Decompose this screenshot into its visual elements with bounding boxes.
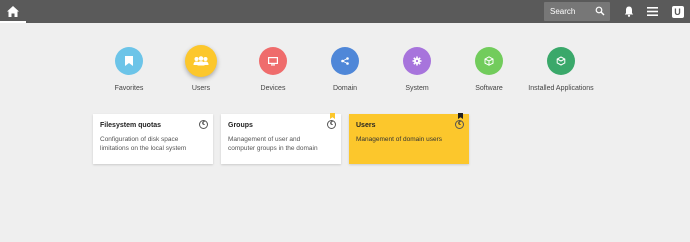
category-label: Devices xyxy=(260,85,286,92)
tile-users[interactable]: Users Management of domain users € xyxy=(349,113,469,164)
top-bar: U xyxy=(0,0,690,23)
menu-button[interactable] xyxy=(645,4,660,19)
tile-filesystem-quotas[interactable]: Filesystem quotas Configuration of disk … xyxy=(93,114,213,164)
search-icon[interactable] xyxy=(595,6,605,16)
user-menu-button[interactable]: U xyxy=(670,4,685,19)
category-label: Domain xyxy=(332,85,358,92)
home-button[interactable] xyxy=(0,0,26,23)
user-icon: U xyxy=(671,5,684,18)
category-software[interactable]: Software xyxy=(449,47,529,92)
menu-icon xyxy=(647,7,658,16)
category-label: Users xyxy=(191,85,211,92)
search-box[interactable] xyxy=(544,2,610,21)
info-icon[interactable]: € xyxy=(455,120,464,129)
tile-title: Users xyxy=(356,122,376,129)
tile-description: Configuration of disk space limitations … xyxy=(100,136,187,152)
info-icon[interactable]: € xyxy=(327,120,336,129)
search-input[interactable] xyxy=(550,7,590,16)
category-label: Software xyxy=(475,85,503,92)
tile-description: Management of domain users xyxy=(356,136,442,143)
category-users[interactable]: Users xyxy=(161,45,241,92)
package-icon xyxy=(475,47,503,75)
active-indicator xyxy=(0,21,26,23)
bell-icon xyxy=(624,6,633,17)
info-icon[interactable]: € xyxy=(199,120,208,129)
category-domain[interactable]: Domain xyxy=(305,47,385,92)
tile-title: Groups xyxy=(228,122,253,129)
bookmark-icon xyxy=(115,47,143,75)
network-icon xyxy=(331,47,359,75)
category-devices[interactable]: Devices xyxy=(233,47,313,92)
monitor-icon xyxy=(259,47,287,75)
bookmark-icon[interactable] xyxy=(330,113,335,119)
users-icon xyxy=(185,45,217,77)
category-label: Favorites xyxy=(114,85,144,92)
category-system[interactable]: System xyxy=(377,47,457,92)
category-label: Installed Applications xyxy=(528,85,594,92)
tile-title: Filesystem quotas xyxy=(100,122,162,129)
category-label: System xyxy=(405,85,429,92)
gear-icon xyxy=(403,47,431,75)
home-icon xyxy=(7,6,19,17)
tile-description: Management of user and computer groups i… xyxy=(228,136,318,152)
category-favorites[interactable]: Favorites xyxy=(89,47,169,92)
box-icon xyxy=(547,47,575,75)
notifications-button[interactable] xyxy=(621,4,636,19)
tile-groups[interactable]: Groups Management of user and computer g… xyxy=(221,113,341,164)
bookmark-icon[interactable] xyxy=(458,113,463,119)
category-installed-applications[interactable]: Installed Applications xyxy=(521,47,601,92)
